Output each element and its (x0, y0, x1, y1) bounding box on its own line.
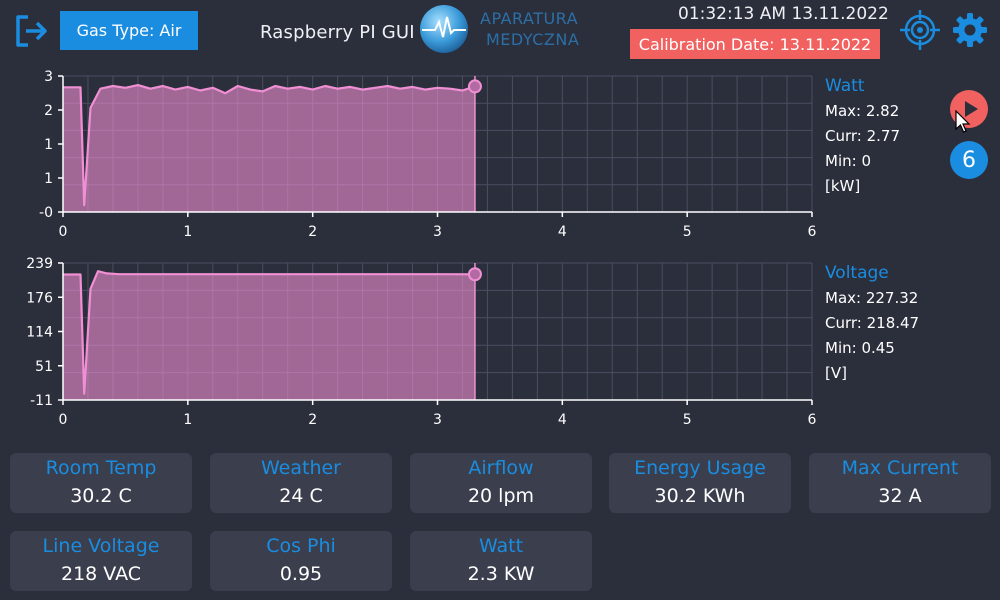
watt-y-tick-label: 2 (44, 103, 53, 119)
watt-legend-title: Watt (825, 76, 865, 96)
mouse-cursor-icon (955, 110, 971, 133)
card-value: 24 C (279, 485, 323, 507)
card-title: Room Temp (45, 457, 157, 479)
card-title: Cos Phi (266, 535, 336, 557)
card-energy-usage: Energy Usage 30.2 KWh (609, 453, 791, 513)
voltage-legend: Voltage Max: 227.32 Curr: 218.47 Min: 0.… (825, 261, 919, 386)
watt-x-tick-label: 6 (808, 224, 817, 240)
watt-x-tick-label: 0 (59, 224, 68, 240)
card-value: 30.2 C (70, 485, 132, 507)
card-title: Weather (261, 457, 341, 479)
watt-legend-max: Max: 2.82 (825, 102, 900, 120)
watt-y-tick-label: 1 (44, 171, 53, 187)
watt-legend-unit: [kW] (825, 177, 861, 195)
voltage-legend-curr: Curr: 218.47 (825, 314, 920, 332)
voltage-x-tick-label: 0 (59, 412, 68, 428)
count-badge[interactable]: 6 (950, 141, 988, 179)
card-airflow: Airflow 20 lpm (410, 453, 592, 513)
watt-x-tick-label: 5 (683, 224, 692, 240)
watt-y-tick-label: 1 (44, 137, 53, 153)
voltage-legend-unit: [V] (825, 364, 847, 382)
card-title: Energy Usage (634, 457, 766, 479)
card-value: 218 VAC (60, 563, 142, 585)
watt-x-tick-label: 4 (558, 224, 567, 240)
card-line-voltage: Line Voltage 218 VAC (10, 531, 192, 591)
voltage-current-point (467, 267, 482, 282)
watt-x-tick-label: 3 (433, 224, 442, 240)
card-room-temp: Room Temp 30.2 C (10, 453, 192, 513)
voltage-legend-max: Max: 227.32 (825, 289, 919, 307)
voltage-legend-min: Min: 0.45 (825, 339, 895, 357)
watt-y-tick-label: 3 (44, 69, 53, 85)
voltage-x-tick-label: 4 (558, 412, 567, 428)
watt-series-area (63, 85, 475, 212)
card-title: Line Voltage (42, 535, 160, 557)
watt-x-tick-label: 2 (308, 224, 317, 240)
voltage-y-tick-label: 176 (26, 290, 53, 306)
card-title: Watt (478, 535, 524, 557)
voltage-x-tick-label: 2 (308, 412, 317, 428)
card-weather: Weather 24 C (210, 453, 392, 513)
voltage-x-tick-label: 6 (808, 412, 817, 428)
card-title: Airflow (468, 457, 534, 479)
voltage-x-tick-label: 1 (183, 412, 192, 428)
voltage-y-tick-label: 51 (35, 359, 53, 375)
voltage-y-tick-label: -11 (30, 393, 53, 409)
watt-legend-min: Min: 0 (825, 152, 871, 170)
card-value: 0.95 (279, 563, 323, 585)
voltage-series-area (63, 271, 475, 400)
card-value: 32 A (878, 485, 922, 507)
card-value: 30.2 KWh (654, 485, 746, 507)
card-watt: Watt 2.3 KW (410, 531, 592, 591)
card-value: 20 lpm (467, 485, 535, 507)
watt-y-tick-label: -0 (39, 205, 53, 221)
watt-current-point (467, 79, 482, 94)
card-max-current: Max Current 32 A (809, 453, 991, 513)
voltage-x-tick-label: 3 (433, 412, 442, 428)
card-title: Max Current (841, 457, 959, 479)
watt-x-tick-label: 1 (183, 224, 192, 240)
voltage-x-tick-label: 5 (683, 412, 692, 428)
watt-legend-curr: Curr: 2.77 (825, 127, 901, 145)
voltage-y-tick-label: 239 (26, 256, 53, 272)
card-cos-phi: Cos Phi 0.95 (210, 531, 392, 591)
voltage-y-tick-label: 114 (26, 325, 53, 341)
card-value: 2.3 KW (467, 563, 535, 585)
watt-legend: Watt Max: 2.82 Curr: 2.77 Min: 0 [kW] (825, 74, 900, 199)
voltage-legend-title: Voltage (825, 263, 889, 283)
